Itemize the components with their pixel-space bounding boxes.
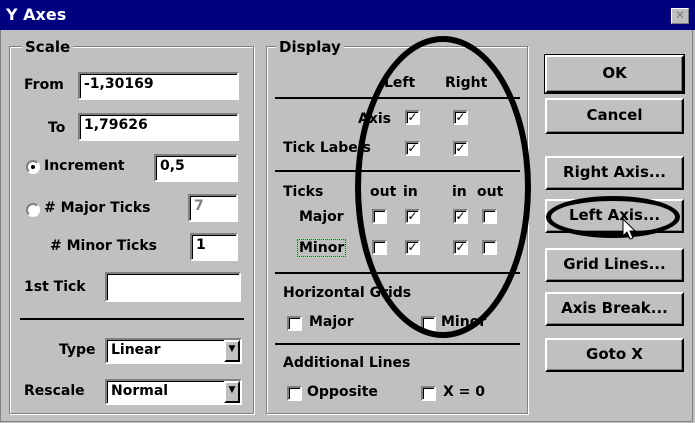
increment-label: Increment: [44, 158, 125, 174]
ticks-label: Ticks: [283, 184, 324, 200]
display-separator-4: [275, 343, 520, 345]
from-input[interactable]: -1,30169: [78, 72, 239, 100]
to-input[interactable]: 1,79626: [78, 113, 239, 141]
scale-separator: [20, 318, 244, 320]
major-label: Major: [299, 209, 344, 225]
opposite-label: Opposite: [307, 384, 378, 400]
major-ticks-radio[interactable]: [26, 203, 40, 217]
increment-input[interactable]: 0,5: [154, 154, 238, 182]
scale-legend: Scale: [22, 38, 74, 56]
first-tick-input[interactable]: [105, 272, 241, 302]
rescale-select[interactable]: Normal ▼: [105, 379, 242, 405]
window-title: Y Axes: [6, 5, 67, 24]
to-label: To: [48, 120, 66, 136]
minor-label: Minor: [296, 239, 347, 257]
major-ticks-label: # Major Ticks: [44, 200, 151, 216]
close-icon: ✕: [674, 8, 686, 22]
x0-checkbox[interactable]: [421, 386, 436, 401]
rescale-label: Rescale: [24, 383, 85, 399]
from-label: From: [24, 77, 64, 93]
goto-x-button[interactable]: Goto X: [545, 338, 684, 372]
ok-button[interactable]: OK: [544, 54, 685, 94]
chevron-down-icon[interactable]: ▼: [224, 381, 240, 403]
x0-label: X = 0: [443, 384, 486, 400]
additional-lines-label: Additional Lines: [283, 355, 411, 371]
type-value: Linear: [111, 342, 161, 358]
hgrid-major-label: Major: [309, 314, 354, 330]
axis-break-button[interactable]: Axis Break...: [545, 292, 684, 326]
type-select[interactable]: Linear ▼: [105, 338, 242, 364]
opposite-checkbox[interactable]: [287, 386, 302, 401]
increment-radio[interactable]: [26, 160, 40, 174]
close-button[interactable]: ✕: [671, 8, 689, 24]
rescale-value: Normal: [111, 383, 169, 399]
hgrid-major-checkbox[interactable]: [287, 316, 302, 331]
right-axis-button[interactable]: Right Axis...: [545, 156, 684, 190]
type-label: Type: [59, 342, 96, 358]
grid-lines-button[interactable]: Grid Lines...: [545, 248, 684, 282]
major-ticks-input[interactable]: 7: [188, 194, 238, 222]
highlight-ellipse: [355, 36, 531, 338]
mouse-cursor-icon: [622, 218, 637, 240]
display-legend: Display: [276, 38, 344, 56]
minor-ticks-label: # Minor Ticks: [50, 238, 157, 254]
minor-ticks-input[interactable]: 1: [190, 233, 238, 261]
first-tick-label: 1st Tick: [24, 279, 86, 295]
chevron-down-icon[interactable]: ▼: [224, 340, 240, 362]
title-bar: Y Axes ✕: [0, 0, 695, 30]
cancel-button[interactable]: Cancel: [545, 98, 684, 134]
left-axis-highlight-ellipse: [546, 196, 680, 238]
